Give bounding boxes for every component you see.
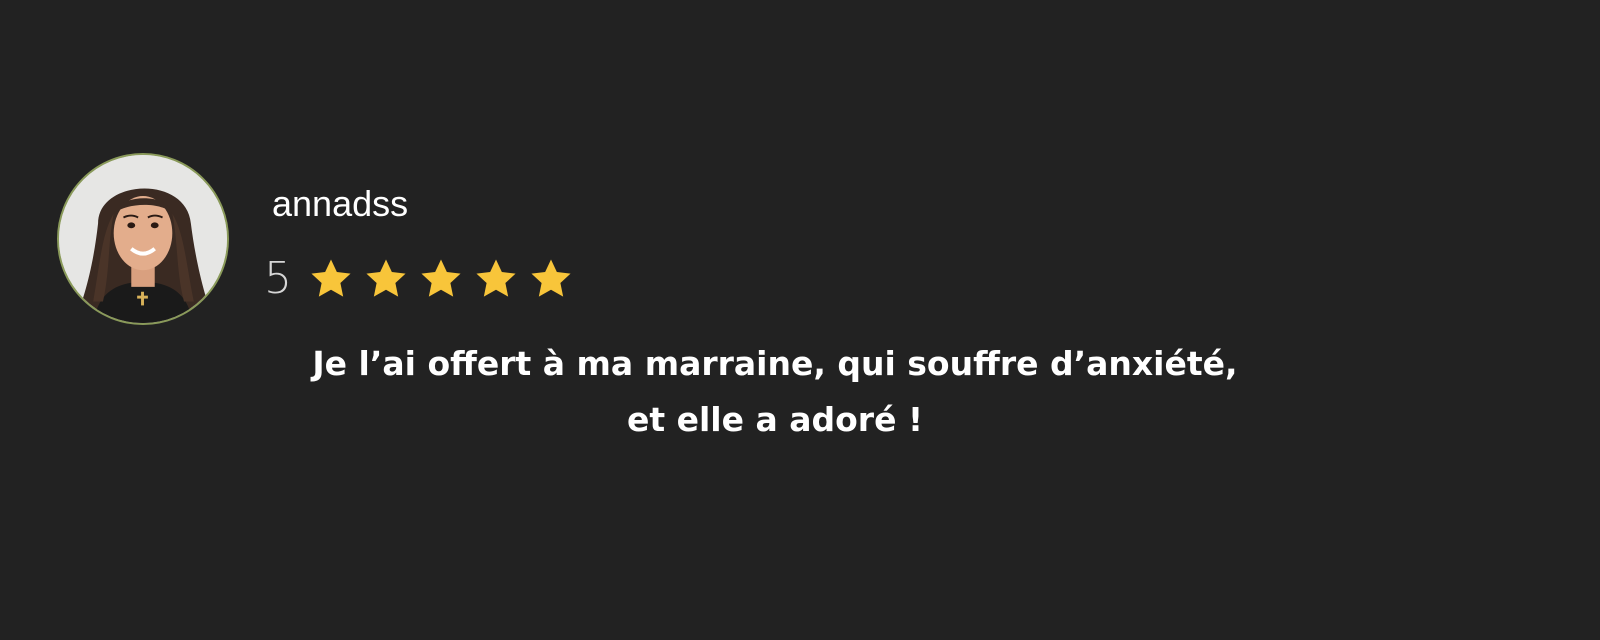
star-icon bbox=[531, 259, 571, 297]
review-text-line: Je l’ai offert à ma marraine, qui souffr… bbox=[312, 344, 1238, 383]
rating-number: 5 bbox=[264, 253, 292, 304]
review-text: Je l’ai offert à ma marraine, qui souffr… bbox=[200, 336, 1350, 448]
user-photo-avatar-icon bbox=[59, 155, 227, 323]
star-icon bbox=[311, 259, 351, 297]
avatar bbox=[57, 153, 229, 325]
review-text-line: et elle a adoré ! bbox=[626, 400, 924, 439]
star-icon bbox=[366, 259, 406, 297]
star-icon bbox=[421, 259, 461, 297]
star-icon bbox=[476, 259, 516, 297]
star-rating bbox=[308, 256, 583, 302]
review-card: annadss 5 Je l’ai offert à ma marraine, … bbox=[0, 0, 1600, 640]
rating-row: 5 bbox=[264, 254, 583, 304]
username: annadss bbox=[272, 183, 409, 224]
